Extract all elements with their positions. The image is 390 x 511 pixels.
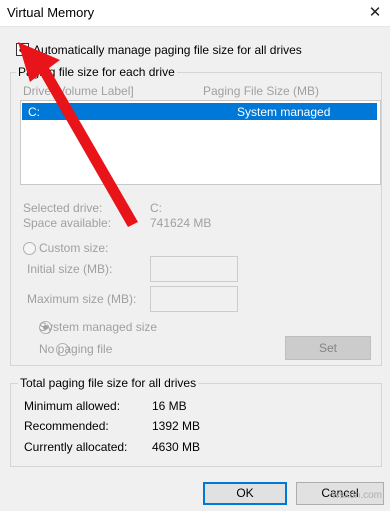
annotation-arrow-icon <box>18 42 138 227</box>
arrow-shape <box>18 42 138 227</box>
